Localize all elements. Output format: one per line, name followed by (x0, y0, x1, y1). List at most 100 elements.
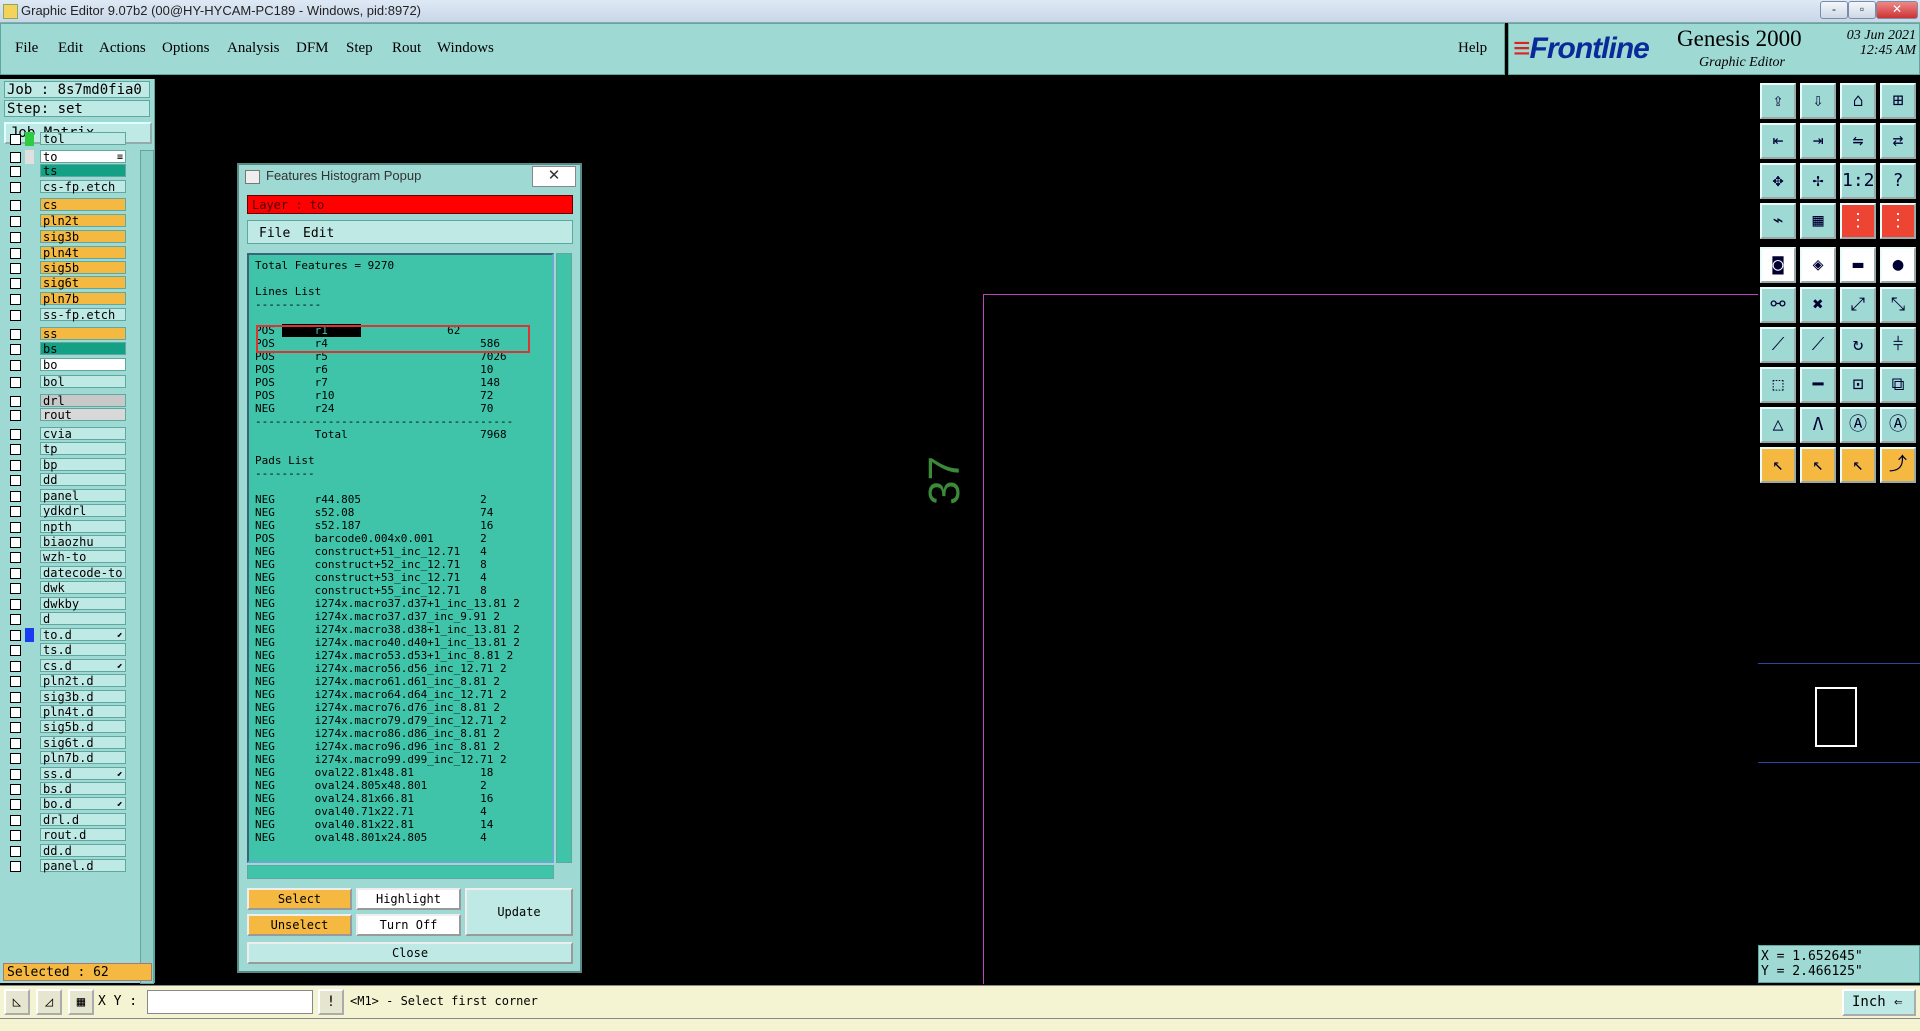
layer-name[interactable]: cs.d ⬋ (40, 659, 126, 673)
layer-checkbox[interactable] (10, 216, 21, 227)
layer-row[interactable]: sig5b.d (6, 720, 126, 734)
layer-checkbox[interactable] (10, 799, 21, 810)
layer-name[interactable]: sig6t.d (40, 736, 126, 750)
layer-name[interactable]: drl (40, 394, 126, 408)
layer-checkbox[interactable] (10, 475, 21, 486)
histogram-pad-row[interactable]: NEG i274x.macro96.d96_inc_8.81 2 (255, 740, 500, 753)
histogram-pad-row[interactable]: NEG oval48.801x24.805 4 (255, 831, 487, 844)
layer-checkbox[interactable] (10, 377, 21, 388)
layer-checkbox[interactable] (10, 630, 21, 641)
layer-checkbox[interactable] (10, 753, 21, 764)
layer-name[interactable]: panel (40, 489, 126, 503)
layer-checkbox[interactable] (10, 614, 21, 625)
layer-name[interactable]: sig5b (40, 261, 126, 275)
layer-checkbox[interactable] (10, 692, 21, 703)
layer-row[interactable]: npth (6, 520, 126, 534)
layer-row[interactable]: wzh-to (6, 550, 126, 564)
layer-checkbox[interactable] (10, 294, 21, 305)
menu-dfm[interactable]: DFM (296, 40, 329, 57)
draw-line-2-icon[interactable]: ⟋ (1800, 327, 1836, 363)
layer-row[interactable]: bp (6, 458, 126, 472)
layer-row[interactable]: sig5b (6, 261, 126, 275)
layer-row[interactable]: pln7b (6, 292, 126, 306)
layer-row[interactable]: tp (6, 442, 126, 456)
layer-row[interactable]: sig3b.d (6, 690, 126, 704)
layer-checkbox[interactable] (10, 722, 21, 733)
layer-row[interactable]: sig3b (6, 230, 126, 244)
rotate-icon[interactable]: ↻ (1840, 327, 1876, 363)
layer-row[interactable]: drl.d (6, 813, 126, 827)
popup-menu-edit[interactable]: Edit (303, 226, 334, 241)
layer-row[interactable]: panel.d (6, 859, 126, 873)
layer-name[interactable]: pln4t (40, 246, 126, 260)
layer-checkbox[interactable] (10, 232, 21, 243)
layer-row[interactable]: panel (6, 489, 126, 503)
angle-2-icon[interactable]: Ⓐ (1880, 407, 1916, 443)
layer-name[interactable]: sig6t (40, 276, 126, 290)
route-icon[interactable]: ⤴ (1880, 447, 1916, 483)
histogram-pad-row[interactable]: NEG i274x.macro40.d40+1_inc_13.81 2 (255, 636, 520, 649)
layer-row[interactable]: bs (6, 342, 126, 356)
scale-icon[interactable]: 1:2 (1840, 163, 1876, 199)
circle-icon[interactable]: ● (1880, 247, 1916, 283)
layer-name[interactable]: bo.d ⬋ (40, 797, 126, 811)
menu-edit[interactable]: Edit (58, 40, 83, 57)
duplicate-icon[interactable]: ⧉ (1880, 367, 1916, 403)
layer-checkbox[interactable] (10, 360, 21, 371)
layer-row[interactable]: biaozhu (6, 535, 126, 549)
layer-name[interactable]: ydkdrl (40, 504, 126, 518)
histogram-line-row[interactable]: POS r7 148 (255, 376, 500, 389)
histogram-line-row[interactable]: POS r10 72 (255, 389, 493, 402)
swap-icon[interactable]: ⇋ (1840, 123, 1876, 159)
layer-row[interactable]: bol (6, 375, 126, 389)
menu-help[interactable]: Help (1458, 40, 1487, 57)
layer-row[interactable]: ts (6, 164, 126, 178)
layer-checkbox[interactable] (10, 491, 21, 502)
layer-checkbox[interactable] (10, 568, 21, 579)
layer-name[interactable]: bol (40, 375, 126, 389)
layer-checkbox[interactable] (10, 676, 21, 687)
layer-row[interactable]: cvia (6, 427, 126, 441)
layer-checkbox[interactable] (10, 537, 21, 548)
layers-b-icon[interactable]: ⋮ (1880, 203, 1916, 239)
histogram-pad-row[interactable]: NEG construct+51_inc_12.71 4 (255, 545, 487, 558)
copy-icon[interactable]: ⤡ (1880, 287, 1916, 323)
unit-selector[interactable]: Inch ⇐ (1842, 989, 1916, 1016)
layer-row[interactable]: bo (6, 358, 126, 372)
layer-name[interactable]: cs (40, 198, 126, 212)
layer-row[interactable]: dd.d (6, 844, 126, 858)
histogram-pad-row[interactable]: NEG i274x.macro37.d37_inc_9.91 2 (255, 610, 500, 623)
layer-checkbox[interactable] (10, 263, 21, 274)
layer-checkbox[interactable] (10, 522, 21, 533)
arc-icon[interactable]: Λ (1800, 407, 1836, 443)
layer-name[interactable]: dd.d (40, 844, 126, 858)
layer-row[interactable]: ss-fp.etch (6, 308, 126, 322)
histogram-pad-row[interactable]: NEG oval24.81x66.81 16 (255, 792, 493, 805)
popup-close-button[interactable]: ✕ (532, 166, 576, 187)
layer-checkbox[interactable] (10, 830, 21, 841)
histogram-pad-row[interactable]: NEG i274x.macro99.d99_inc_12.71 2 (255, 753, 507, 766)
connect-icon[interactable]: ⚯ (1760, 287, 1796, 323)
layer-checkbox[interactable] (10, 583, 21, 594)
layer-name[interactable]: rout.d (40, 828, 126, 842)
board-overview[interactable] (1758, 663, 1920, 763)
pan-left-icon[interactable]: ⇤ (1760, 123, 1796, 159)
layer-checkbox[interactable] (10, 460, 21, 471)
layer-checkbox[interactable] (10, 410, 21, 421)
pointer-icon[interactable]: ↖ (1760, 447, 1796, 483)
triangle-icon[interactable]: △ (1760, 407, 1796, 443)
layer-name[interactable]: tp (40, 442, 126, 456)
popup-close-bottom-button[interactable]: Close (247, 942, 573, 964)
layer-row[interactable]: ts.d (6, 643, 126, 657)
layer-row[interactable]: pln2t.d (6, 674, 126, 688)
layer-name[interactable]: d (40, 612, 126, 626)
layer-row[interactable]: pln7b.d (6, 751, 126, 765)
layer-checkbox[interactable] (10, 152, 21, 163)
snap-icon[interactable]: ⌁ (1760, 203, 1796, 239)
layer-name[interactable]: bp (40, 458, 126, 472)
histogram-pad-row[interactable]: NEG i274x.macro37.d37+1_inc_13.81 2 (255, 597, 520, 610)
layer-row[interactable]: drl (6, 394, 126, 408)
histogram-pad-row[interactable]: NEG i274x.macro61.d61_inc_8.81 2 (255, 675, 500, 688)
layer-checkbox[interactable] (10, 344, 21, 355)
layer-row[interactable]: bs.d (6, 782, 126, 796)
